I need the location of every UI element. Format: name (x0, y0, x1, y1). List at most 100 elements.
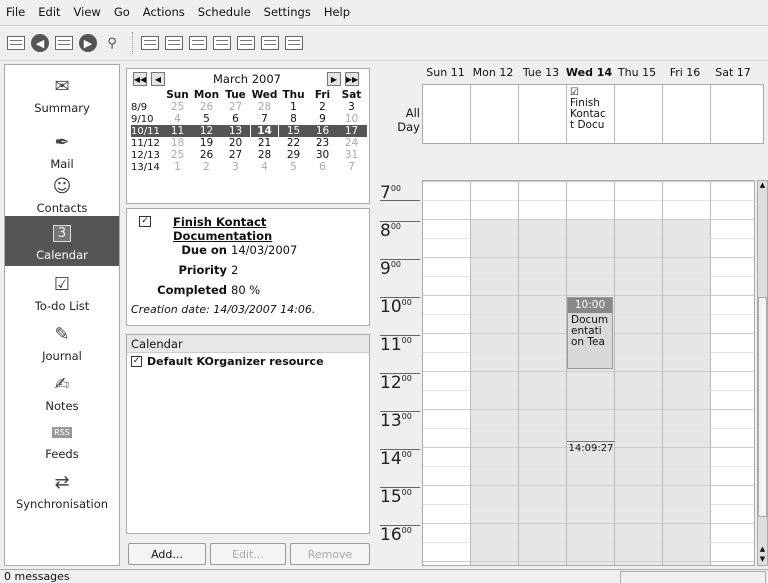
day-cell[interactable]: 10 (337, 113, 366, 125)
day-cell[interactable]: 27 (221, 101, 250, 113)
menu-file[interactable]: File (6, 5, 25, 19)
day-cell[interactable]: 17 (337, 125, 366, 137)
remove-button[interactable]: Remove (290, 543, 370, 565)
day-cell[interactable]: 28 (250, 101, 279, 113)
menu-edit[interactable]: Edit (38, 5, 60, 19)
day-cell[interactable]: 19 (192, 137, 221, 149)
day-cell[interactable]: 12 (192, 125, 221, 137)
scroll-up-icon[interactable]: ▲ (758, 545, 767, 555)
all-day-event[interactable]: ☑ Finish Kontac t Docu (567, 85, 613, 141)
day-cell[interactable]: 5 (279, 161, 308, 173)
week-number[interactable]: 11/12 (131, 138, 163, 149)
week-number[interactable]: 9/10 (131, 114, 163, 125)
day-cell[interactable]: 29 (279, 149, 308, 161)
day-cell[interactable]: 6 (308, 161, 337, 173)
sidebar-item-contacts[interactable]: ☺ Contacts (5, 173, 119, 219)
day-cell[interactable]: 8 (279, 113, 308, 125)
day-cell[interactable]: 20 (221, 137, 250, 149)
day-cell[interactable]: 4 (163, 113, 192, 125)
agenda-scrollbar[interactable]: ▲ ▲ ▼ (757, 180, 768, 566)
day-cell[interactable]: 3 (337, 101, 366, 113)
week-number[interactable]: 10/11 (131, 126, 163, 137)
day-cell[interactable]: 28 (250, 149, 279, 161)
sidebar-item-journal[interactable]: ✎ Journal (5, 321, 119, 367)
day-cell[interactable]: 9 (308, 113, 337, 125)
all-day-area[interactable]: ☑ Finish Kontac t Docu (422, 84, 764, 144)
next-x-days-icon[interactable] (260, 33, 280, 53)
day-header[interactable]: Fri 16 (661, 66, 709, 82)
day-cell[interactable]: 5 (192, 113, 221, 125)
day-cell[interactable]: 23 (308, 137, 337, 149)
next-month-icon[interactable]: ▶ (327, 72, 341, 86)
menu-schedule[interactable]: Schedule (198, 5, 251, 19)
list-view-icon[interactable] (164, 33, 184, 53)
day-cell-today[interactable]: 14 (250, 124, 279, 138)
todo-title-link[interactable]: Finish Kontact Documentation (173, 215, 369, 243)
day-header[interactable]: Thu 15 (613, 66, 661, 82)
day-cell[interactable]: 21 (250, 137, 279, 149)
day-cell[interactable]: 2 (192, 161, 221, 173)
day-cell[interactable]: 15 (279, 125, 308, 137)
week-number[interactable]: 8/9 (131, 102, 163, 113)
day-cell[interactable]: 6 (221, 113, 250, 125)
day-cell[interactable]: 25 (163, 101, 192, 113)
timed-event[interactable]: 10:00 Docum entati on Tea (567, 297, 613, 369)
scroll-down-icon[interactable]: ▼ (758, 555, 767, 565)
go-to-today-icon[interactable] (54, 33, 74, 53)
day-cell[interactable]: 4 (250, 161, 279, 173)
sidebar-item-calendar[interactable]: 3 Calendar (5, 216, 119, 266)
sidebar-item-synchronisation[interactable]: ⇄ Synchronisation (5, 469, 119, 515)
menu-view[interactable]: View (74, 5, 101, 19)
day-cell[interactable]: 26 (192, 149, 221, 161)
day-header-today[interactable]: Wed 14 (565, 66, 613, 82)
day-cell[interactable]: 7 (337, 161, 366, 173)
find-icon[interactable]: ⚲ (102, 33, 122, 53)
menu-settings[interactable]: Settings (264, 5, 311, 19)
sidebar-item-mail[interactable]: ✒ Mail (5, 129, 119, 175)
day-cell[interactable]: 22 (279, 137, 308, 149)
day-cell[interactable]: 30 (308, 149, 337, 161)
day-view-icon[interactable] (188, 33, 208, 53)
week-number[interactable]: 13/14 (131, 162, 163, 173)
back-icon[interactable]: ◀ (30, 33, 50, 53)
resource-checkbox[interactable]: ✓ (131, 356, 142, 367)
day-header[interactable]: Sun 11 (422, 66, 469, 82)
menu-go[interactable]: Go (114, 5, 130, 19)
new-event-icon[interactable] (6, 33, 26, 53)
add-button[interactable]: Add... (128, 543, 206, 565)
resource-item[interactable]: ✓ Default KOrganizer resource (127, 353, 369, 370)
week-view-icon[interactable] (236, 33, 256, 53)
scroll-thumb[interactable] (758, 297, 767, 517)
day-header[interactable]: Mon 12 (469, 66, 517, 82)
week-number[interactable]: 12/13 (131, 150, 163, 161)
day-cell[interactable]: 3 (221, 161, 250, 173)
day-cell[interactable]: 13 (221, 125, 250, 137)
edit-button[interactable]: Edit... (210, 543, 286, 565)
day-cell[interactable]: 27 (221, 149, 250, 161)
previous-month-icon[interactable]: ◀ (151, 72, 165, 86)
resource-header[interactable]: Calendar (127, 335, 369, 353)
scroll-up-icon[interactable]: ▲ (758, 181, 767, 191)
menu-help[interactable]: Help (324, 5, 350, 19)
whats-next-icon[interactable] (140, 33, 160, 53)
day-cell[interactable]: 2 (308, 101, 337, 113)
day-cell[interactable]: 25 (163, 149, 192, 161)
day-cell[interactable]: 18 (163, 137, 192, 149)
day-cell[interactable]: 1 (279, 101, 308, 113)
day-cell[interactable]: 24 (337, 137, 366, 149)
work-week-view-icon[interactable] (212, 33, 232, 53)
day-cell[interactable]: 31 (337, 149, 366, 161)
sidebar-item-notes[interactable]: ✍ Notes (5, 371, 119, 417)
next-year-icon[interactable]: ▶▶ (345, 72, 359, 86)
month-view-icon[interactable] (284, 33, 304, 53)
day-header[interactable]: Sat 17 (709, 66, 757, 82)
previous-year-icon[interactable]: ◀◀ (133, 72, 147, 86)
day-cell[interactable]: 1 (163, 161, 192, 173)
sidebar-item-summary[interactable]: ✉ Summary (5, 73, 119, 119)
day-cell[interactable]: 16 (308, 125, 337, 137)
menu-actions[interactable]: Actions (143, 5, 185, 19)
sidebar-item-feeds[interactable]: RSS Feeds (5, 419, 119, 465)
time-grid[interactable]: 10:00 Docum entati on Tea 14:09:27 (422, 180, 755, 566)
day-header[interactable]: Tue 13 (517, 66, 565, 82)
forward-icon[interactable]: ▶ (78, 33, 98, 53)
